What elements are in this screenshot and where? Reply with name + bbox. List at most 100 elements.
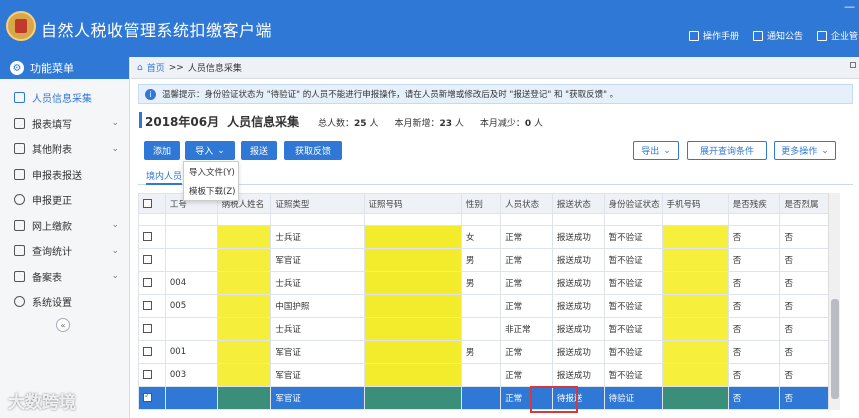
cell-cert-type: 军官证 [270,386,365,410]
cell-phone-redacted [661,363,729,387]
cell-martyr: 否 [779,363,828,387]
chevron-down-icon: ⌄ [111,271,119,282]
import-button[interactable]: 导入 ⌄ [185,141,235,160]
row-select-cell[interactable] [138,363,166,387]
cell-name-redacted [216,225,272,249]
notice-text: 温馨提示：身份验证状态为 "待验证" 的人员不能进行申报操作，请在人员新增或修改… [162,90,619,100]
row-checkbox[interactable] [143,255,152,264]
cell-disabled: 否 [727,363,781,387]
maximize-panel-icon[interactable] [850,62,856,68]
row-select-cell[interactable] [138,386,166,410]
stat-reduced: 本月减少：0 人 [479,119,544,129]
chevron-down-icon: ⌄ [663,145,671,156]
sidebar-item-personnel[interactable]: 人员信息采集 [0,85,129,111]
minimize-button[interactable]: — [844,0,855,13]
cell-verify-status: 暂不验证 [603,363,663,387]
column-header[interactable]: 身份验证状态 [603,193,663,214]
table-row[interactable]: 005中国护照正常报送成功暂不验证否否否 [138,294,828,318]
row-checkbox[interactable] [143,278,152,287]
column-header[interactable]: 是否残疾 [727,193,781,214]
cell-name-redacted [216,248,272,272]
building-icon [817,30,827,41]
row-checkbox[interactable] [143,391,152,402]
table-row[interactable]: 士兵证非正常报送成功暂不验证否否否 [138,317,828,341]
scrollbar-thumb[interactable] [831,299,839,399]
row-select-cell[interactable] [138,340,166,364]
cell-person-status: 正常 [500,363,553,387]
select-all-cell[interactable] [138,193,166,214]
table-row[interactable]: 001军官证男正常报送成功暂不验证否否否 [138,340,828,364]
column-header[interactable]: 报送状态 [551,193,605,214]
sidebar-item-query[interactable]: 查询统计 ⌄ [0,238,129,264]
get-feedback-button[interactable]: 获取反馈 [284,141,342,160]
cell-cert-type: 中国护照 [270,294,365,318]
table-row[interactable]: 003军官证正常报送成功暂不验证否否否 [138,363,828,387]
sidebar-item-report-fill[interactable]: 报表填写 ⌄ [0,111,129,137]
column-header[interactable]: 手机号码 [661,193,729,214]
cell-cert-number-redacted [363,213,462,226]
collapse-sidebar-button[interactable]: « [56,318,70,332]
enterprise-button[interactable]: 企业管 [817,29,858,42]
cell-cert-number-redacted [363,271,462,295]
cell-employee-id: 004 [164,271,218,295]
row-checkbox[interactable] [143,370,152,379]
cell-person-status: 正常 [500,248,553,272]
tab-domestic[interactable]: 境内人员 [146,169,183,185]
table-row[interactable]: 士兵证女正常报送成功暂不验证否否否 [138,225,828,249]
row-checkbox[interactable] [143,324,152,333]
cell-gender: 男 [460,271,502,295]
submit-button[interactable]: 报送 [241,141,277,160]
cell-employee-id [164,248,218,272]
column-header[interactable]: 证照类型 [270,193,365,214]
cell-gender [460,386,502,410]
sidebar-item-settings[interactable]: 系统设置 [0,289,129,315]
notice-button[interactable]: 通知公告 [753,29,803,42]
sidebar-item-payment[interactable]: 网上缴款 ⌄ [0,213,129,239]
cell-name-redacted [216,363,272,387]
manual-button[interactable]: 操作手册 [689,29,739,42]
cell-cert-number-redacted [363,294,462,318]
add-button[interactable]: 添加 [144,141,180,160]
menu-item-import-file[interactable]: 导入文件(Y) [184,162,238,181]
payment-icon [14,219,25,231]
sidebar-item-correction[interactable]: 申报更正 [0,187,129,213]
cell-phone-redacted [661,294,729,318]
row-select-cell[interactable] [138,294,166,318]
column-header[interactable]: 性别 [460,193,502,214]
table-scrollbar[interactable] [828,193,840,410]
row-checkbox[interactable] [143,347,152,356]
mail-icon [753,30,763,41]
row-select-cell[interactable] [138,271,166,295]
row-checkbox[interactable] [143,301,152,310]
cell-disabled: 否 [727,248,781,272]
breadcrumb-home[interactable]: 首页 [147,61,165,74]
table-body: 士兵证女正常报送成功暂不验证否否否军官证男正常报送成功暂不验证否否否004士兵证… [138,213,828,410]
sidebar-item-filing[interactable]: 备案表 ⌄ [0,264,129,290]
sidebar-item-submit[interactable]: 申报表报送 [0,162,129,188]
column-header[interactable]: 证照号码 [363,193,462,214]
column-header[interactable]: 人员状态 [500,193,553,214]
cell-person-status: 正常 [500,294,553,318]
table-row[interactable] [138,213,828,226]
table-row[interactable]: 004士兵证男正常报送成功暂不验证否否否 [138,271,828,295]
row-checkbox[interactable] [143,232,152,241]
cell-report-status: 报送成功 [551,248,605,272]
table-row[interactable]: 军官证正常待报送待验证否否否 [138,386,828,410]
cell-name-redacted [216,271,272,295]
table-row[interactable]: 军官证男正常报送成功暂不验证否否否 [138,248,828,272]
menu-item-template-download[interactable]: 模板下载(Z) [184,181,238,200]
row-select-cell[interactable] [138,248,166,272]
row-select-cell[interactable] [138,225,166,249]
select-all-checkbox[interactable] [143,198,152,208]
export-button[interactable]: 导出 ⌄ [633,141,679,160]
sidebar-item-other-schedules[interactable]: 其他附表 ⌄ [0,136,129,162]
cell-report-status: 报送成功 [551,363,605,387]
cell-phone-redacted [661,213,729,226]
column-header[interactable]: 是否烈属 [779,193,828,214]
more-actions-button[interactable]: 更多操作 ⌄ [774,141,836,160]
edit-icon [14,117,25,129]
expand-query-button[interactable]: 展开查询条件 [687,141,767,160]
row-select-cell[interactable] [138,317,166,341]
cell-report-status: 报送成功 [551,225,605,249]
row-select-cell[interactable] [138,213,166,226]
